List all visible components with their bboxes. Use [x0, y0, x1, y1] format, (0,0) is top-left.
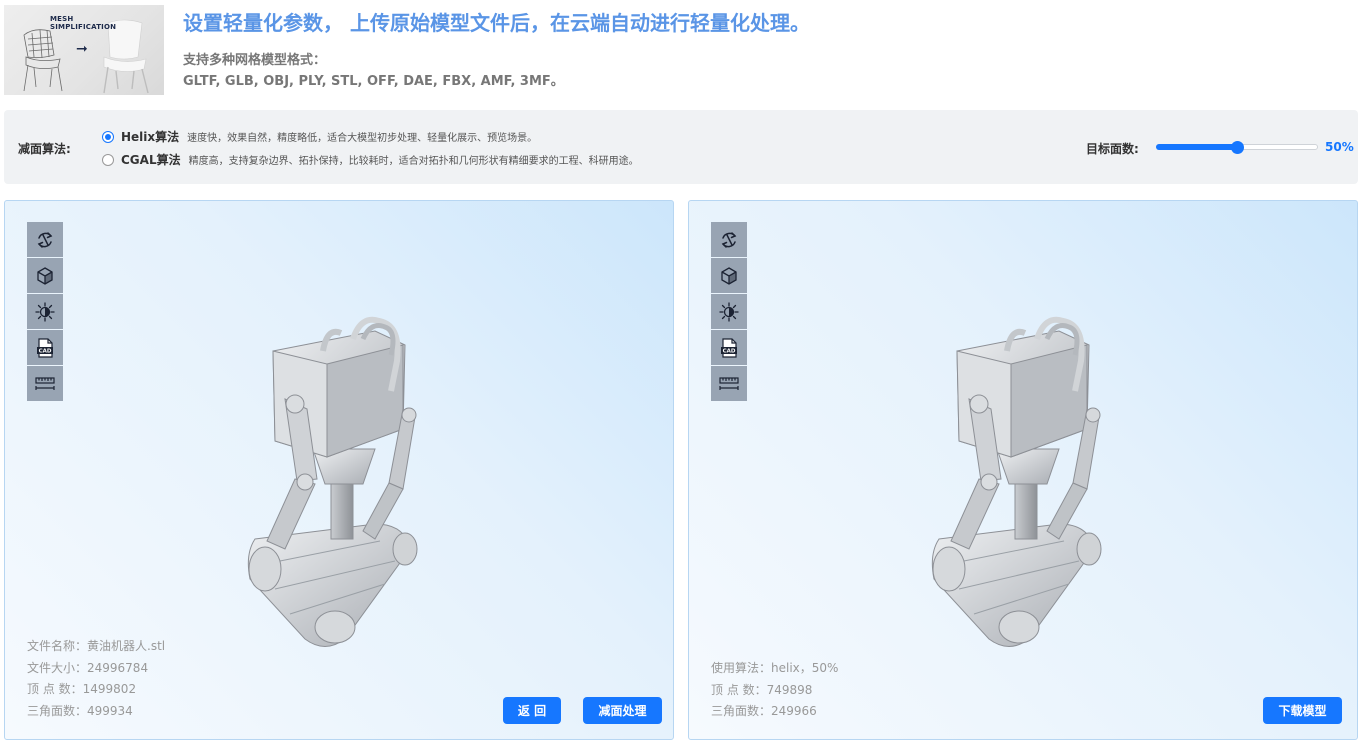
- viewer-toolbar: CAD: [711, 222, 747, 402]
- helix-description: 速度快，效果自然，精度略低，适合大模型初步处理、轻量化展示、预览场景。: [187, 133, 538, 144]
- cube-view-button[interactable]: [711, 258, 747, 293]
- file-size-row: 文件大小：24996784: [27, 660, 149, 675]
- lighting-button[interactable]: [711, 294, 747, 329]
- vertex-count-row: 顶 点 数：749898: [711, 682, 813, 697]
- cad-export-button[interactable]: CAD: [711, 330, 747, 365]
- thumbnail-title-line2: SIMPLIFICATION: [50, 23, 117, 31]
- cad-export-button[interactable]: CAD: [27, 330, 63, 365]
- mesh-simplification-thumbnail: MESH SIMPLIFICATION ➞: [4, 5, 164, 95]
- thumbnail-title: MESH SIMPLIFICATION: [50, 15, 116, 31]
- helix-name: Helix算法: [121, 130, 180, 144]
- slider-handle[interactable]: [1231, 141, 1244, 154]
- cad-file-icon: CAD: [37, 337, 53, 358]
- vertex-count-row: 顶 点 数：1499802: [27, 682, 137, 696]
- helix-radio[interactable]: [102, 130, 114, 143]
- svg-text:CAD: CAD: [39, 348, 52, 354]
- rotate-icon: [721, 231, 737, 248]
- arrow-right-icon: ➞: [76, 41, 88, 57]
- cad-file-icon: CAD: [721, 337, 737, 358]
- measure-button[interactable]: [711, 366, 747, 401]
- slider-fill: [1156, 144, 1237, 150]
- cube-view-icon: [37, 266, 53, 285]
- measure-icon: [719, 376, 739, 390]
- algorithm-label: 减面算法:: [18, 142, 71, 156]
- target-faces-slider[interactable]: [1156, 141, 1318, 154]
- rotate-button[interactable]: [27, 222, 63, 257]
- cgal-radio[interactable]: [102, 153, 114, 166]
- viewer-toolbar: CAD: [27, 222, 63, 402]
- original-model-info: 文件名称：黄油机器人.stl 文件大小：24996784 顶 点 数：14998…: [27, 636, 165, 722]
- svg-text:CAD: CAD: [723, 348, 736, 354]
- algorithm-option-helix[interactable]: Helix算法 速度快，效果自然，精度略低，适合大模型初步处理、轻量化展示、预览…: [102, 128, 537, 145]
- lighting-button[interactable]: [27, 294, 63, 329]
- cube-view-button[interactable]: [27, 258, 63, 293]
- cgal-name: CGAL算法: [121, 153, 181, 167]
- file-name-row: 文件名称：黄油机器人.stl: [27, 639, 166, 653]
- lighting-icon: [719, 301, 739, 322]
- reduce-button[interactable]: 减面处理: [583, 697, 662, 724]
- algorithm-used-row: 使用算法：helix，50%: [711, 661, 839, 675]
- target-faces-value: 50%: [1325, 140, 1354, 154]
- target-faces-label: 目标面数:: [1086, 142, 1139, 156]
- measure-button[interactable]: [27, 366, 63, 401]
- cube-view-icon: [721, 266, 737, 285]
- back-button[interactable]: 返 回: [503, 697, 561, 724]
- robot-model-simplified[interactable]: [919, 309, 1119, 649]
- settings-bar: 减面算法: Helix算法 速度快，效果自然，精度略低，适合大模型初步处理、轻量…: [4, 110, 1358, 184]
- rotate-button[interactable]: [711, 222, 747, 257]
- header: MESH SIMPLIFICATION ➞ 设置轻量化参数， 上传原始模型文件后…: [4, 5, 1358, 95]
- triangle-count-row: 三角面数：249966: [711, 704, 817, 718]
- simplified-model-info: 使用算法：helix，50% 顶 点 数：749898 三角面数：249966: [711, 658, 838, 723]
- triangle-count-row: 三角面数：499934: [27, 703, 133, 718]
- simplified-model-viewer[interactable]: CAD 使用算法：helix，50% 顶 点 数：749898 三角面数：249…: [688, 200, 1358, 740]
- formats-label: 支持多种网格模型格式：: [183, 53, 327, 68]
- rotate-icon: [37, 231, 53, 248]
- robot-model-original[interactable]: [235, 309, 435, 649]
- original-model-viewer[interactable]: CAD 文件名称：黄油机器人.stl 文件大小：24996784 顶 点 数：1…: [4, 200, 674, 740]
- page-headline: 设置轻量化参数， 上传原始模型文件后，在云端自动进行轻量化处理。: [183, 11, 810, 35]
- thumbnail-title-line1: MESH: [50, 15, 74, 23]
- algorithm-option-cgal[interactable]: CGAL算法 精度高，支持复杂边界、拓扑保持，比较耗时，适合对拓扑和几何形状有精…: [102, 151, 639, 168]
- cgal-description: 精度高，支持复杂边界、拓扑保持，比较耗时，适合对拓扑和几何形状有精细要求的工程、…: [188, 156, 639, 167]
- measure-icon: [35, 376, 55, 390]
- download-model-button[interactable]: 下载模型: [1263, 697, 1342, 724]
- lighting-icon: [35, 301, 55, 322]
- formats-list: GLTF, GLB, OBJ, PLY, STL, OFF, DAE, FBX,…: [183, 74, 564, 89]
